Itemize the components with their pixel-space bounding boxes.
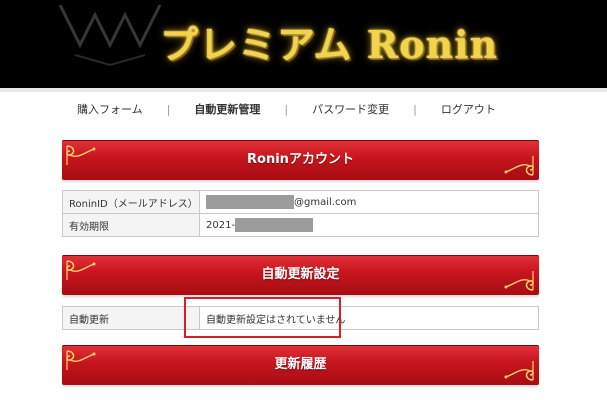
site-logo[interactable]: プレミアム Ronin xyxy=(160,14,498,69)
highlight-box xyxy=(184,297,341,338)
auto-renew-label: 自動更新 xyxy=(62,306,200,330)
section-title: 更新履歴 xyxy=(274,357,327,372)
account-info-table: RoninID（メールアドレス） @gmail.com 有効期限 2021- xyxy=(62,190,539,237)
header-divider xyxy=(0,88,607,92)
nav-separator: | xyxy=(284,102,289,116)
table-row: RoninID（メールアドレス） @gmail.com xyxy=(62,190,539,214)
history-section-header: 更新履歴 xyxy=(62,345,539,385)
nav-item-logout[interactable]: ログアウト xyxy=(439,101,498,117)
expiry-label: 有効期限 xyxy=(62,213,200,237)
ronin-id-value: @gmail.com xyxy=(199,190,539,214)
site-header: プレミアム Ronin xyxy=(0,0,607,88)
nav-item-purchase-form[interactable]: 購入フォーム xyxy=(75,101,145,117)
nav-item-change-password[interactable]: パスワード変更 xyxy=(310,101,391,117)
decorative-crest-icon xyxy=(58,4,162,67)
nav-separator: | xyxy=(413,102,417,116)
redacted-block xyxy=(235,218,314,232)
ornament-right-icon xyxy=(504,361,534,381)
ornament-right-icon xyxy=(504,156,534,176)
nav-separator: | xyxy=(166,102,171,116)
section-title: Roninアカウント xyxy=(247,152,354,167)
nav-item-auto-renew[interactable]: 自動更新管理 xyxy=(192,101,262,117)
expiry-value: 2021- xyxy=(199,213,539,237)
ornament-right-icon xyxy=(504,271,534,291)
section-title: 自動更新設定 xyxy=(261,267,340,282)
redacted-block xyxy=(206,195,294,209)
account-section-header: Roninアカウント xyxy=(62,140,539,180)
main-nav: 購入フォーム | 自動更新管理 | パスワード変更 | ログアウト xyxy=(75,100,498,118)
ronin-id-label: RoninID（メールアドレス） xyxy=(62,190,200,214)
auto-renew-section-header: 自動更新設定 xyxy=(62,255,539,295)
table-row: 有効期限 2021- xyxy=(62,213,539,237)
